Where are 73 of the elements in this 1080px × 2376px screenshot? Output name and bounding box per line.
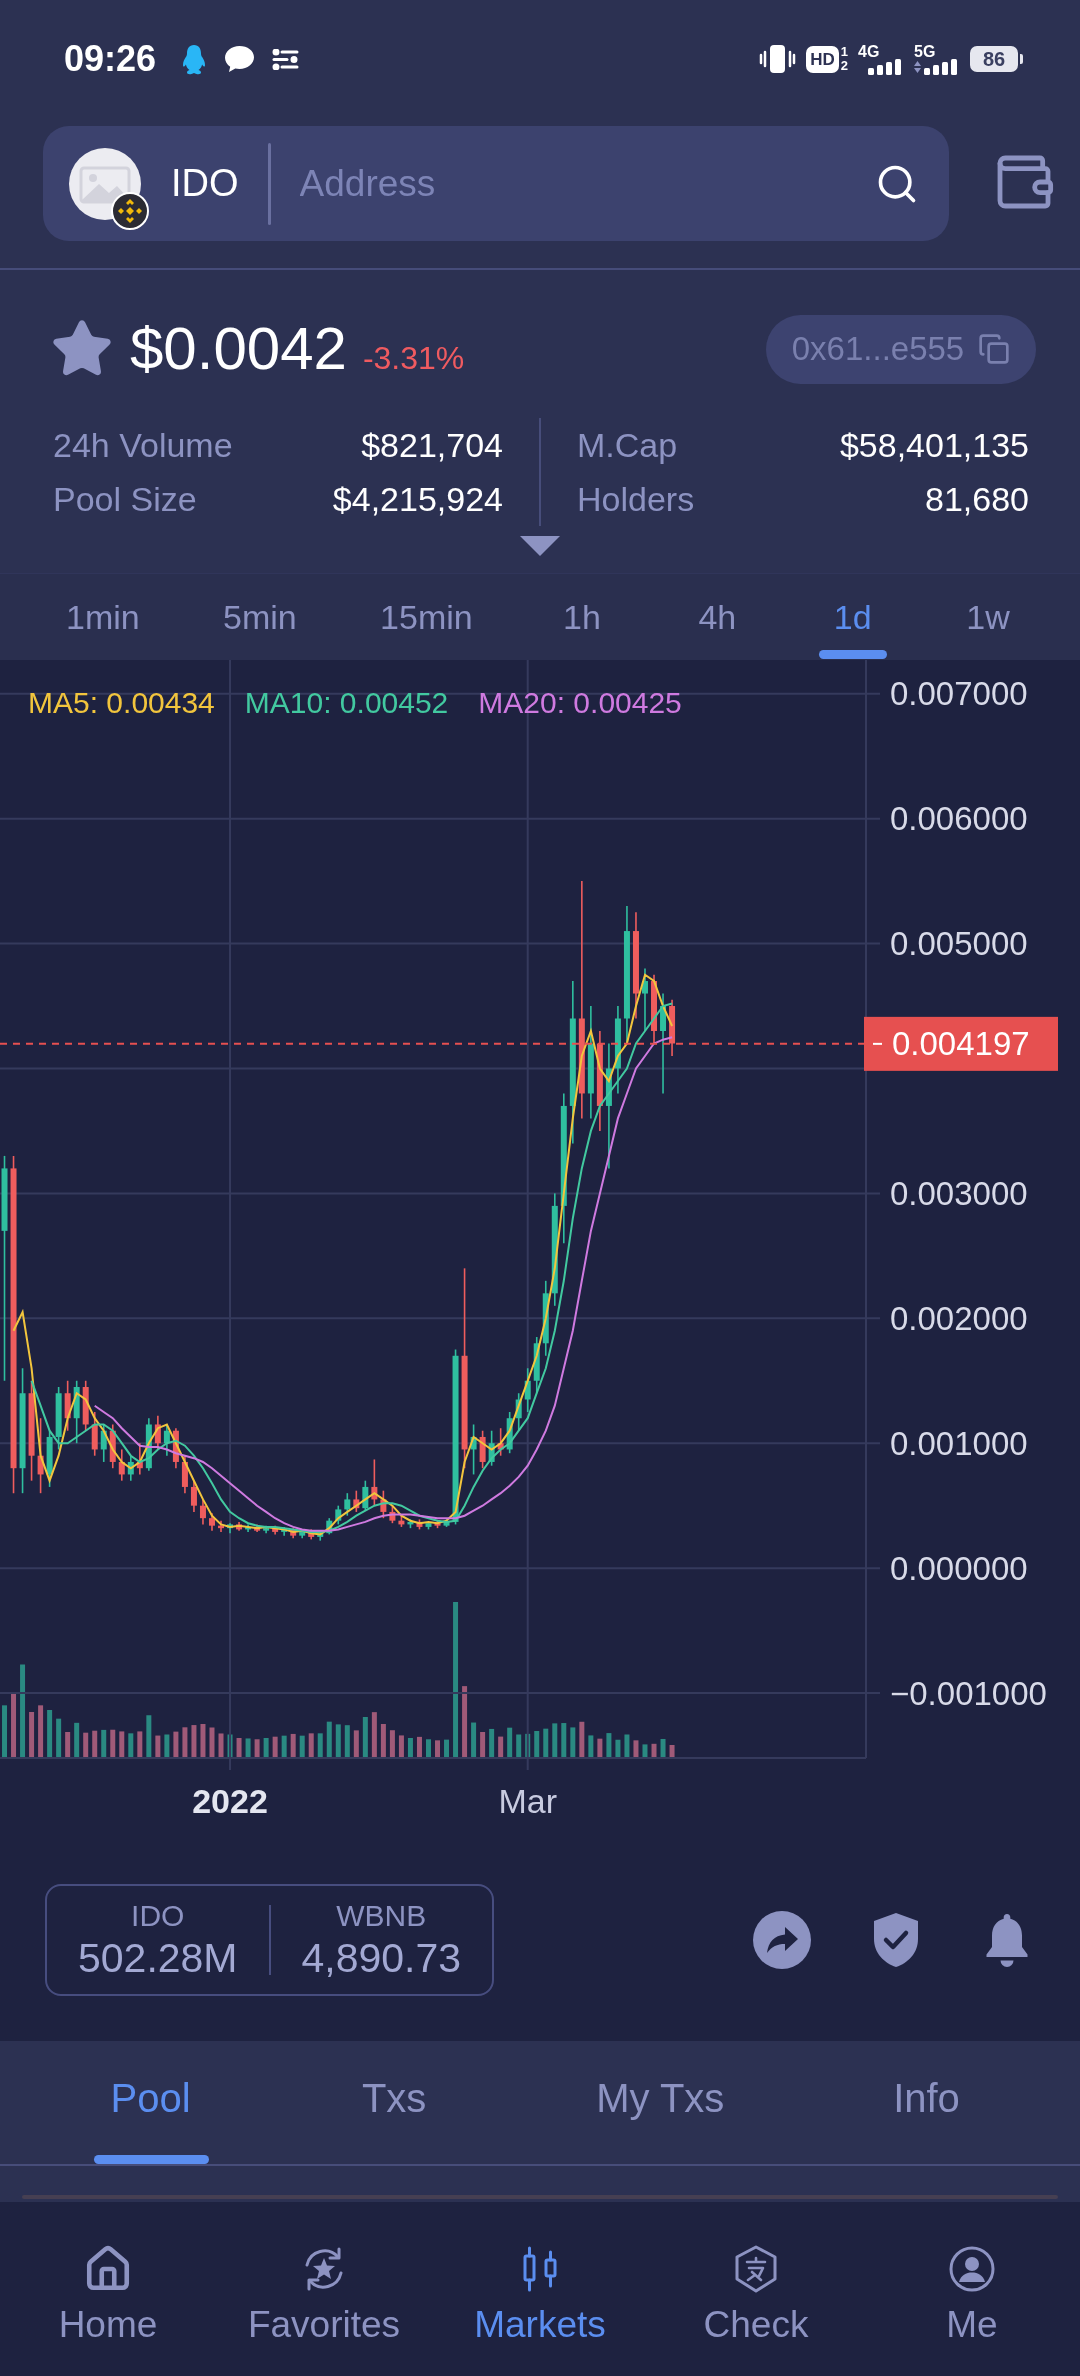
interval-tab[interactable]: 1d <box>816 574 889 660</box>
detail-tab[interactable]: Info <box>869 2041 984 2164</box>
security-button[interactable] <box>871 1911 921 1969</box>
candlestick <box>344 1492 351 1517</box>
interval-tab[interactable]: 1min <box>56 574 150 660</box>
detail-tab[interactable]: My Txs <box>580 2041 741 2164</box>
axis-label: 2022 <box>192 1782 268 1820</box>
nav-item[interactable]: Markets <box>432 2202 648 2376</box>
user-icon <box>947 2244 997 2294</box>
candlestick <box>190 1479 197 1513</box>
axis-label: 0.006000 <box>890 800 1028 838</box>
axis-label: Mar <box>498 1782 557 1820</box>
axis-label: 0.001000 <box>890 1424 1028 1462</box>
interval-tab[interactable]: 5min <box>213 574 307 660</box>
address-field[interactable]: Address <box>299 153 875 214</box>
legend-label: MA10: 0.00452 <box>244 686 449 720</box>
contract-address-button[interactable]: 0x61...e555 <box>766 314 1036 384</box>
network-label: 5G <box>914 43 936 59</box>
status-time: 09:26 <box>64 38 157 80</box>
penguin-icon <box>181 43 208 75</box>
chat-bubble-icon <box>224 45 256 73</box>
nav-item[interactable]: Favorites <box>216 2202 432 2376</box>
nav-item[interactable]: Me <box>864 2202 1080 2376</box>
share-button[interactable] <box>753 1911 811 1969</box>
token-price: $0.0042 <box>130 319 347 379</box>
candlestick <box>199 1498 206 1526</box>
axis-label: 0.003000 <box>890 1174 1028 1212</box>
stat-value: $821,704 <box>361 425 503 465</box>
diamond-logo-icon <box>111 191 149 230</box>
sim-label: 2 <box>840 59 848 73</box>
detail-tab[interactable]: Txs <box>336 2041 452 2164</box>
axis-label: 0.002000 <box>890 1299 1028 1337</box>
interval-tab[interactable]: 1w <box>952 574 1024 660</box>
stat-label: Holders <box>577 479 695 519</box>
nav-item[interactable]: Check <box>648 2202 864 2376</box>
sim-label: 1 <box>840 45 848 59</box>
axis-label: 0.000000 <box>890 1549 1028 1587</box>
interval-tab[interactable]: 4h <box>681 574 754 660</box>
interval-tab[interactable]: 1h <box>546 574 618 660</box>
signal-icon <box>914 58 960 75</box>
last-price-tag: 0.004197 <box>864 1016 1058 1071</box>
reserve-token: IDO <box>131 1898 185 1934</box>
stat-value: 81,680 <box>925 479 1029 519</box>
copy-icon <box>978 333 1011 365</box>
stat-value: $4,215,924 <box>332 479 503 519</box>
caret-icon[interactable] <box>520 536 560 556</box>
stat-label: Pool Size <box>53 479 197 519</box>
stat-label: M.Cap <box>577 425 678 465</box>
share-icon <box>753 1911 811 1969</box>
stat-value: $58,401,135 <box>839 425 1029 465</box>
axis-label: 0.007000 <box>890 675 1028 713</box>
token-name: IDO <box>171 162 239 205</box>
battery-indicator: 86 <box>970 46 1023 72</box>
reserve-amount: 4,890.73 <box>301 1934 462 1982</box>
vibrate-icon <box>759 44 797 74</box>
axis-label: −0.001000 <box>890 1674 1047 1712</box>
search-bar[interactable]: IDO Address <box>43 126 949 241</box>
price-change: -3.31% <box>362 339 465 377</box>
interval-tab[interactable]: 15min <box>370 574 483 660</box>
legend-label: MA20: 0.00425 <box>478 686 682 720</box>
ref-line-label: 0.004197 <box>892 1025 1030 1063</box>
reserve-amount: 502.28M <box>77 1934 238 1982</box>
reserve-token: WBNB <box>336 1898 427 1934</box>
hd-indicator: HD <box>806 45 839 73</box>
shield-check-icon <box>871 1911 921 1969</box>
detail-tab[interactable]: Pool <box>93 2041 208 2164</box>
axis-label: 0.005000 <box>890 925 1028 963</box>
candlestick <box>641 967 648 1032</box>
nav-item[interactable]: Home <box>0 2202 216 2376</box>
sliders-icon <box>272 48 300 70</box>
legend-label: MA5: 0.00434 <box>28 686 215 720</box>
stat-label: 24h Volume <box>53 425 233 465</box>
network-label: 4G <box>858 43 880 59</box>
